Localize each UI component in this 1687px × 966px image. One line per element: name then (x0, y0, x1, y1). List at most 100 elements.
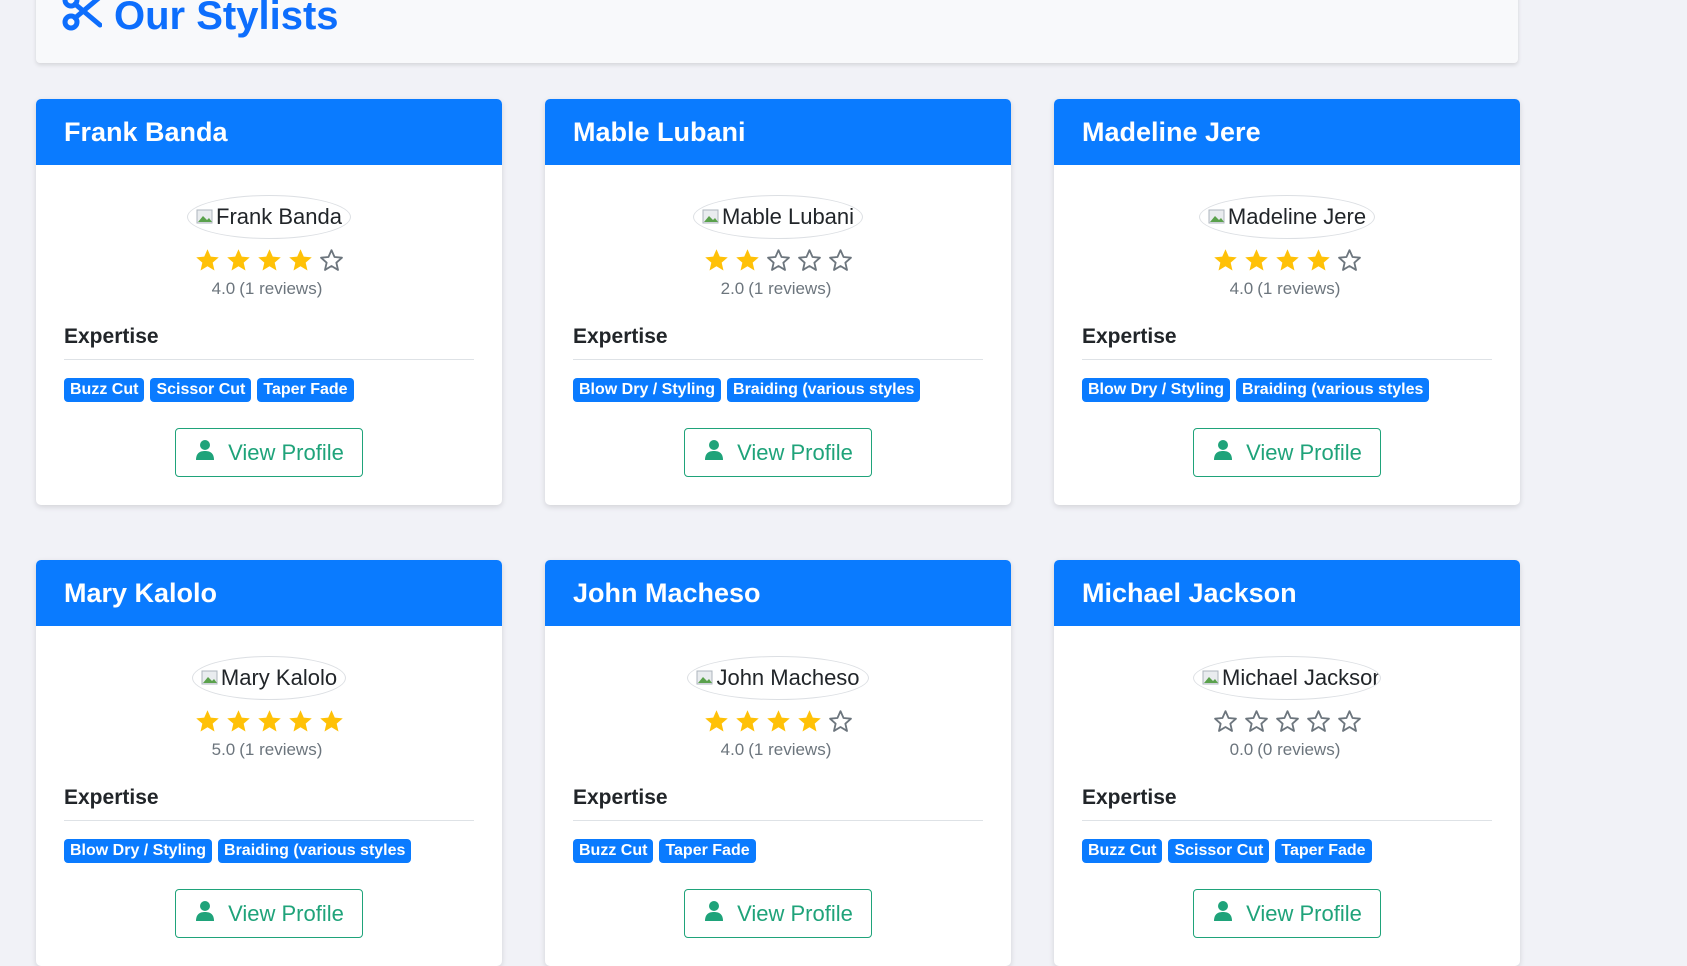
star-filled-icon (1243, 247, 1270, 274)
rating-value: 4.0 (720, 740, 745, 759)
review-count: (1 reviews) (748, 740, 832, 759)
star-filled-icon (225, 708, 252, 735)
scissors-icon (62, 0, 114, 41)
expertise-tag: Braiding (various styles (1236, 378, 1430, 402)
expertise-heading: Expertise (573, 325, 983, 360)
expertise-tag: Scissor Cut (150, 378, 252, 402)
star-filled-icon (796, 708, 823, 735)
stylist-card: Frank Banda Frank Banda 4.0 (1 reviews) Expe… (36, 99, 502, 505)
expertise-tag: Taper Fade (257, 378, 354, 402)
avatar-alt-text: Madeline Jere (1227, 204, 1367, 229)
expertise-heading: Expertise (1082, 325, 1492, 360)
star-filled-icon (734, 247, 761, 274)
review-count: (1 reviews) (1257, 279, 1341, 298)
star-empty-icon (827, 708, 854, 735)
expertise-tag: Blow Dry / Styling (64, 839, 213, 863)
star-filled-icon (194, 708, 221, 735)
avatar: Mable Lubani (692, 195, 864, 239)
star-filled-icon (703, 708, 730, 735)
expertise-tag: Buzz Cut (573, 839, 654, 863)
star-empty-icon (1336, 247, 1363, 274)
rating-stars (573, 708, 983, 735)
expertise-tags: Blow Dry / Styling Braiding (various styl… (573, 378, 983, 402)
star-empty-icon (827, 247, 854, 274)
expertise-tag: Blow Dry / Styling (573, 378, 722, 402)
stylist-card: Madeline Jere Madeline Jere 4.0 (1 reviews)… (1054, 99, 1520, 505)
rating-summary: 5.0 (1 reviews) (64, 740, 474, 760)
expertise-tags: Blow Dry / Styling Braiding (various styl… (64, 839, 474, 863)
rating-value: 0.0 (1229, 740, 1254, 759)
rating-summary: 0.0 (0 reviews) (1082, 740, 1492, 760)
star-filled-icon (318, 708, 345, 735)
broken-image-icon (702, 209, 719, 224)
stylist-card: Mary Kalolo Mary Kalolo 5.0 (1 reviews) Expe… (36, 560, 502, 966)
stylist-card: John Macheso John Macheso 4.0 (1 reviews) Ex… (545, 560, 1011, 966)
star-empty-icon (796, 247, 823, 274)
user-icon (194, 900, 216, 928)
review-count: (1 reviews) (239, 279, 323, 298)
star-empty-icon (1243, 708, 1270, 735)
expertise-heading: Expertise (64, 325, 474, 360)
user-icon (1212, 900, 1234, 928)
rating-summary: 4.0 (1 reviews) (64, 279, 474, 299)
broken-image-icon (1202, 670, 1219, 685)
avatar-alt-text: Michael Jackson (1222, 665, 1381, 690)
page-title: Our Stylists (62, 0, 339, 42)
star-filled-icon (287, 708, 314, 735)
view-profile-button[interactable]: View Profile (1193, 428, 1381, 477)
star-filled-icon (225, 247, 252, 274)
star-filled-icon (734, 708, 761, 735)
card-body: John Macheso 4.0 (1 reviews) Expertise Buzz … (545, 626, 1011, 966)
avatar: Madeline Jere (1198, 195, 1376, 239)
star-empty-icon (1212, 708, 1239, 735)
card-body: Michael Jackson 0.0 (0 reviews) Expertise Bu… (1054, 626, 1520, 966)
rating-stars (64, 708, 474, 735)
stylist-name: Michael Jackson (1054, 560, 1520, 626)
review-count: (1 reviews) (748, 279, 832, 298)
rating-stars (1082, 247, 1492, 274)
avatar: Frank Banda (187, 195, 351, 239)
rating-summary: 4.0 (1 reviews) (1082, 279, 1492, 299)
star-filled-icon (256, 708, 283, 735)
view-profile-label: View Profile (1246, 439, 1362, 465)
expertise-tag: Taper Fade (1275, 839, 1372, 863)
expertise-tag: Braiding (various styles (727, 378, 921, 402)
expertise-tag: Taper Fade (659, 839, 756, 863)
star-filled-icon (703, 247, 730, 274)
rating-value: 2.0 (720, 279, 745, 298)
view-profile-button[interactable]: View Profile (175, 428, 363, 477)
rating-stars (573, 247, 983, 274)
expertise-tag: Braiding (various styles (218, 839, 412, 863)
broken-image-icon (201, 670, 218, 685)
card-body: Frank Banda 4.0 (1 reviews) Expertise Buzz C… (36, 165, 502, 505)
expertise-tags: Buzz Cut Scissor Cut Taper Fade (64, 378, 474, 402)
view-profile-button[interactable]: View Profile (1193, 889, 1381, 938)
rating-summary: 4.0 (1 reviews) (573, 740, 983, 760)
star-empty-icon (765, 247, 792, 274)
view-profile-button[interactable]: View Profile (684, 889, 872, 938)
page-title-text: Our Stylists (114, 0, 339, 38)
user-icon (194, 439, 216, 467)
broken-image-icon (696, 670, 713, 685)
page-header: Our Stylists (36, 0, 1518, 63)
view-profile-label: View Profile (1246, 900, 1362, 926)
stylist-name: Madeline Jere (1054, 99, 1520, 165)
expertise-tags: Buzz Cut Scissor Cut Taper Fade (1082, 839, 1492, 863)
avatar: John Macheso (687, 656, 869, 700)
expertise-heading: Expertise (1082, 786, 1492, 821)
avatar: Mary Kalolo (191, 656, 347, 700)
stylist-card: Mable Lubani Mable Lubani 2.0 (1 reviews) Ex… (545, 99, 1011, 505)
view-profile-label: View Profile (737, 439, 853, 465)
rating-value: 5.0 (211, 740, 236, 759)
star-filled-icon (765, 708, 792, 735)
view-profile-button[interactable]: View Profile (684, 428, 872, 477)
avatar: Michael Jackson (1193, 656, 1381, 700)
avatar-alt-text: Frank Banda (216, 204, 342, 229)
avatar-alt-text: John Macheso (716, 665, 860, 690)
stylist-name: John Macheso (545, 560, 1011, 626)
star-filled-icon (194, 247, 221, 274)
review-count: (1 reviews) (239, 740, 323, 759)
view-profile-button[interactable]: View Profile (175, 889, 363, 938)
expertise-tags: Buzz Cut Taper Fade (573, 839, 983, 863)
star-filled-icon (256, 247, 283, 274)
